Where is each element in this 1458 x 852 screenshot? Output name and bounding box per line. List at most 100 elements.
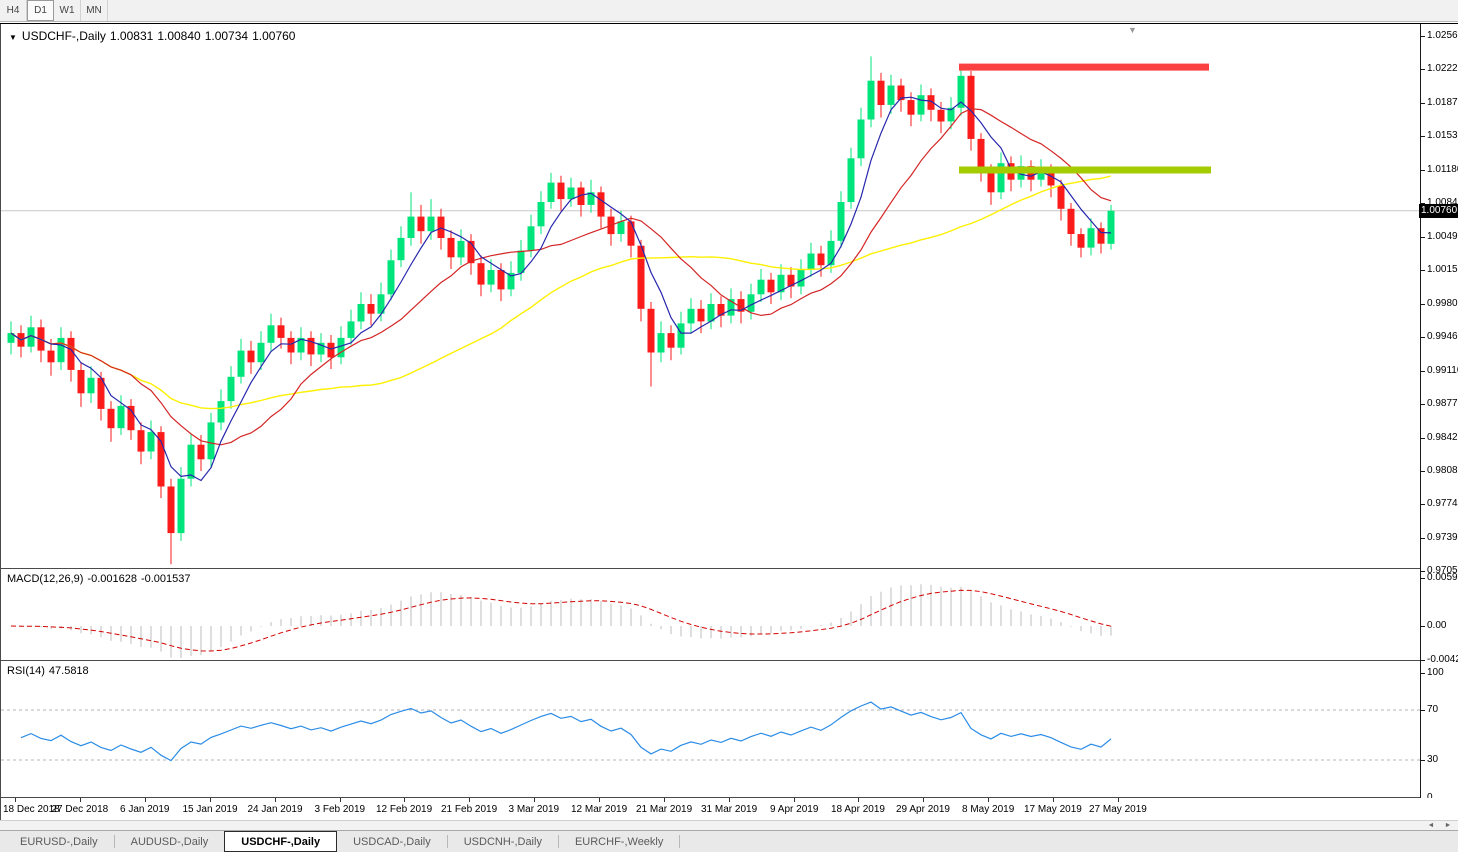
date-tick: [80, 798, 81, 802]
date-tick: [145, 798, 146, 802]
date-tick: [923, 798, 924, 802]
date-axis-label: 27 Dec 2018: [52, 804, 109, 815]
price-axis-label-tick: [1421, 371, 1425, 372]
tab-usdchf-daily[interactable]: USDCHF-,Daily: [224, 831, 337, 852]
date-axis-label: 3 Mar 2019: [509, 804, 560, 815]
timeframe-button-mn[interactable]: MN: [81, 0, 108, 21]
date-tick: [469, 798, 470, 802]
macd-axis-label-tick: [1421, 626, 1425, 627]
date-tick: [599, 798, 600, 802]
macd-canvas[interactable]: [1, 569, 1421, 661]
price-axis-label: 0.98080: [1427, 465, 1458, 476]
horizontal-scrollbar[interactable]: ◄ ►: [0, 820, 1458, 830]
tab-eurusd-daily[interactable]: EURUSD-,Daily: [4, 831, 114, 852]
timeframe-button-d1[interactable]: D1: [27, 0, 54, 21]
price-axis-label-tick: [1421, 136, 1425, 137]
tab-audusd-daily[interactable]: AUDUSD-,Daily: [115, 831, 225, 852]
price-axis-label-tick: [1421, 170, 1425, 171]
price-axis-label: 1.02560: [1427, 30, 1458, 41]
price-axis-label: 0.99460: [1427, 331, 1458, 342]
tab-usdcad-daily[interactable]: USDCAD-,Daily: [337, 831, 447, 852]
date-tick: [275, 798, 276, 802]
price-axis-label-tick: [1421, 337, 1425, 338]
rsi-axis-label-tick: [1421, 760, 1425, 761]
date-tick: [404, 798, 405, 802]
date-axis-label: 21 Feb 2019: [441, 804, 497, 815]
rsi-axis-label: 70: [1427, 704, 1438, 715]
macd-name: MACD(12,26,9): [7, 573, 83, 585]
macd-axis-label: 0.00597: [1427, 572, 1458, 583]
date-tick: [729, 798, 730, 802]
date-tick: [664, 798, 665, 802]
price-axis-label-tick: [1421, 404, 1425, 405]
chart-title: ▼USDCHF-,Daily1.008311.008401.007341.007…: [9, 29, 299, 43]
price-axis[interactable]: 1.025601.022201.018701.015301.011801.008…: [1420, 24, 1458, 798]
date-axis-label: 9 Apr 2019: [770, 804, 818, 815]
date-tick: [1053, 798, 1054, 802]
date-tick: [988, 798, 989, 802]
date-axis-label: 15 Jan 2019: [183, 804, 238, 815]
macd-value: -0.001628: [87, 573, 137, 585]
price-chart-canvas[interactable]: [1, 24, 1421, 569]
tab-separator: [679, 835, 680, 848]
price-axis-label-tick: [1421, 538, 1425, 539]
tab-eurchf-weekly[interactable]: EURCHF-,Weekly: [559, 831, 679, 852]
macd-panel: MACD(12,26,9)-0.001628-0.001537: [0, 569, 1420, 661]
date-axis-label: 12 Mar 2019: [571, 804, 627, 815]
price-axis-label-tick: [1421, 504, 1425, 505]
macd-axis-label-tick: [1421, 660, 1425, 661]
ohlc-high: 1.00840: [157, 29, 200, 43]
date-tick: [210, 798, 211, 802]
mt4-window: H4 D1 W1 MN ▼ USDCHF-,Daily 1.00831 1.00840…: [0, 0, 1458, 852]
price-axis-label: 1.01530: [1427, 130, 1458, 141]
macd-axis-label: 0.00: [1427, 620, 1446, 631]
date-axis-label: 31 Mar 2019: [701, 804, 757, 815]
price-axis-label-tick: [1421, 571, 1425, 572]
price-axis-label-tick: [1421, 103, 1425, 104]
price-axis-label: 0.97740: [1427, 498, 1458, 509]
macd-axis-label-tick: [1421, 578, 1425, 579]
rsi-axis-label: 30: [1427, 754, 1438, 765]
date-tick: [1118, 798, 1119, 802]
rsi-axis-label-tick: [1421, 710, 1425, 711]
rsi-label: RSI(14)47.5818: [7, 665, 93, 677]
chevron-down-icon[interactable]: ▼: [9, 33, 17, 42]
price-axis-label: 0.98770: [1427, 398, 1458, 409]
timeframe-toolbar: H4 D1 W1 MN: [0, 0, 1458, 22]
support-line: [959, 167, 1211, 174]
price-axis-label: 1.00150: [1427, 264, 1458, 275]
timeframe-button-h4[interactable]: H4: [0, 0, 27, 21]
date-axis-label: 6 Jan 2019: [120, 804, 170, 815]
date-tick: [15, 798, 16, 802]
price-axis-label: 0.98420: [1427, 432, 1458, 443]
date-axis-label: 12 Feb 2019: [376, 804, 432, 815]
price-axis-label-tick: [1421, 237, 1425, 238]
date-axis-label: 24 Jan 2019: [248, 804, 303, 815]
price-axis-label: 0.99800: [1427, 298, 1458, 309]
date-axis-label: 17 May 2019: [1024, 804, 1082, 815]
price-chart-panel: ▼USDCHF-,Daily1.008311.008401.007341.007…: [0, 24, 1420, 569]
ohlc-low: 1.00734: [205, 29, 248, 43]
date-axis-label: 8 May 2019: [962, 804, 1014, 815]
chart-shift-marker-icon[interactable]: ▼: [1128, 25, 1137, 35]
scroll-right-icon[interactable]: ►: [1441, 821, 1455, 830]
date-axis-label: 27 May 2019: [1089, 804, 1147, 815]
date-axis-label: 29 Apr 2019: [896, 804, 950, 815]
macd-axis-label: -0.00424: [1427, 654, 1458, 665]
timeframe-button-w1[interactable]: W1: [54, 0, 81, 21]
resistance-line: [959, 64, 1209, 71]
date-axis-label: 3 Feb 2019: [315, 804, 366, 815]
scroll-left-icon[interactable]: ◄: [1424, 821, 1438, 830]
price-axis-label-tick: [1421, 304, 1425, 305]
price-axis-label: 1.02220: [1427, 63, 1458, 74]
rsi-canvas[interactable]: [1, 661, 1421, 798]
tab-usdcnh-daily[interactable]: USDCNH-,Daily: [448, 831, 558, 852]
date-axis-label: 18 Apr 2019: [831, 804, 885, 815]
price-axis-label-tick: [1421, 270, 1425, 271]
date-tick: [858, 798, 859, 802]
date-tick: [794, 798, 795, 802]
price-axis-label-tick: [1421, 36, 1425, 37]
ohlc-open: 1.00831: [110, 29, 153, 43]
date-axis[interactable]: 18 Dec 201827 Dec 20186 Jan 201915 Jan 2…: [0, 798, 1458, 820]
chart-tab-bar: EURUSD-,Daily AUDUSD-,Daily USDCHF-,Dail…: [0, 830, 1458, 852]
